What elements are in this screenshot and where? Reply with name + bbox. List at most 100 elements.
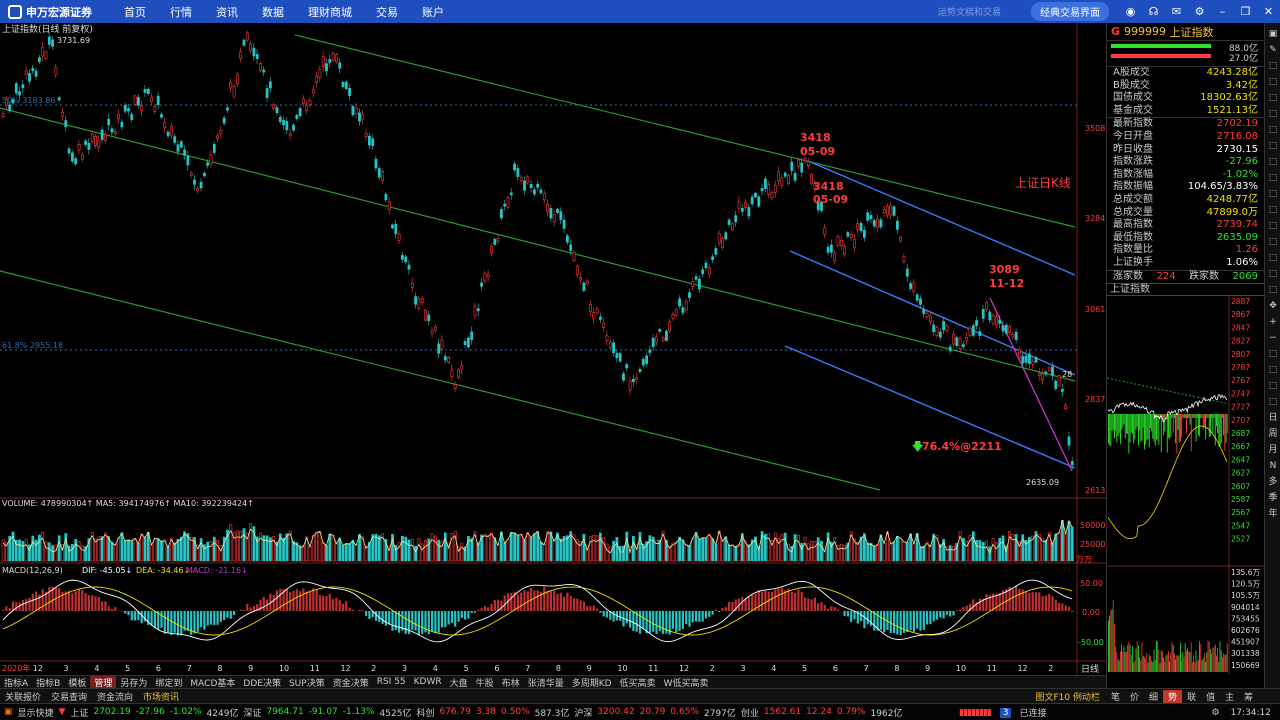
nav-item-home[interactable]: 首页: [112, 4, 158, 20]
f10-link[interactable]: 图文F10 例动栏: [1036, 690, 1101, 703]
blue-channel-middle[interactable]: [789, 250, 1076, 376]
candle-body: [18, 91, 22, 96]
side-tool-icon[interactable]: ⬚: [1265, 347, 1280, 361]
tab-item[interactable]: 筹: [1239, 690, 1258, 703]
connection-status[interactable]: 已连接: [1019, 706, 1046, 719]
channel-upper-line[interactable]: [294, 34, 1076, 228]
quick-show-icon[interactable]: ▣: [4, 707, 13, 717]
app-icon[interactable]: ◉: [1123, 4, 1138, 19]
zoom-in-icon[interactable]: +: [1265, 315, 1280, 329]
tab-item[interactable]: MACD基本: [186, 676, 239, 689]
period-quarter[interactable]: 季: [1265, 491, 1280, 505]
mail-icon[interactable]: ✉: [1169, 4, 1184, 19]
side-tool-icon[interactable]: ⬚: [1265, 251, 1280, 265]
side-tool-icon[interactable]: ⬚: [1265, 379, 1280, 393]
nav-item-account[interactable]: 账户: [410, 4, 456, 20]
side-tool-icon[interactable]: ⬚: [1265, 75, 1280, 89]
tab-item[interactable]: 管理: [90, 675, 117, 689]
nav-item-wealth[interactable]: 理财商城: [296, 4, 364, 20]
gear-icon[interactable]: ⚙: [1192, 4, 1207, 19]
side-tool-icon[interactable]: ⬚: [1265, 139, 1280, 153]
side-tool-icon[interactable]: ⬚: [1265, 219, 1280, 233]
tab-item[interactable]: 另存为: [116, 676, 151, 689]
tab-item[interactable]: KDWR: [410, 677, 446, 687]
gear-small-icon[interactable]: ⚙: [1212, 708, 1220, 718]
brand-logo[interactable]: 申万宏源证券: [0, 0, 112, 23]
side-tool-icon[interactable]: ⬚: [1265, 155, 1280, 169]
period-year[interactable]: 年: [1265, 507, 1280, 521]
tab-item[interactable]: 细: [1144, 690, 1163, 703]
macd-bar: [1044, 595, 1047, 611]
classic-trade-button[interactable]: 经典交易界面: [1031, 2, 1109, 21]
side-tool-icon[interactable]: ⬚: [1265, 91, 1280, 105]
tab-item[interactable]: 联: [1182, 690, 1201, 703]
nav-item-trade[interactable]: 交易: [364, 4, 410, 20]
side-tool-icon[interactable]: ⬚: [1265, 171, 1280, 185]
tab-item[interactable]: 价: [1125, 690, 1144, 703]
tab-item[interactable]: 笔: [1106, 690, 1125, 703]
headset-icon[interactable]: ☊: [1146, 4, 1161, 19]
candle-body: [602, 322, 606, 328]
tab-item[interactable]: 牛股: [472, 676, 498, 689]
minimize-icon[interactable]: –: [1215, 4, 1230, 19]
restore-icon[interactable]: ❐: [1238, 4, 1253, 19]
side-tool-icon[interactable]: ⬚: [1265, 363, 1280, 377]
tab-item[interactable]: 绑定到: [151, 676, 186, 689]
side-tool-icon[interactable]: ⬚: [1265, 283, 1280, 297]
tab-item[interactable]: DDE决策: [239, 676, 285, 689]
volume-bar: [328, 533, 332, 562]
tab-item[interactable]: 资金决策: [329, 676, 373, 689]
channel-lower-line[interactable]: [0, 270, 881, 491]
zoom-out-icon[interactable]: −: [1265, 331, 1280, 345]
tab-item[interactable]: 指标A: [0, 676, 32, 689]
side-tool-icon[interactable]: ▣: [1265, 27, 1280, 41]
side-tool-icon[interactable]: ⬚: [1265, 235, 1280, 249]
tab-item[interactable]: 模板: [64, 676, 90, 689]
period-day[interactable]: 日: [1265, 411, 1280, 425]
intraday-mini-chart[interactable]: 2887 2867 2847 2827 2807 2787 2767 2747 2727 2707…: [1106, 296, 1265, 675]
side-tool-icon[interactable]: ✎: [1265, 43, 1280, 57]
tab-item[interactable]: 资金流向: [92, 690, 138, 703]
kline-chart-svg[interactable]: 50% 3183.86 61.8% 2955.18 上证指数(日线 前复权) 3…: [0, 23, 1106, 675]
tab-item[interactable]: 交易查询: [46, 690, 92, 703]
tab-item[interactable]: 值: [1201, 690, 1220, 703]
tab-item[interactable]: 指标B: [32, 676, 64, 689]
side-tool-icon[interactable]: ⬚: [1265, 107, 1280, 121]
side-tool-icon[interactable]: ⬚: [1265, 59, 1280, 73]
mini-band-bar: [1211, 414, 1213, 419]
tab-item[interactable]: 多周期KD: [568, 676, 616, 689]
period-month[interactable]: 月: [1265, 443, 1280, 457]
side-tool-icon[interactable]: ⬚: [1265, 187, 1280, 201]
side-tool-icon[interactable]: ⬚: [1265, 123, 1280, 137]
macd-bar: [87, 595, 90, 611]
nav-item-news[interactable]: 资讯: [204, 4, 250, 20]
quick-show-label[interactable]: 显示快捷: [18, 706, 54, 719]
move-icon[interactable]: ✥: [1265, 299, 1280, 313]
tab-item[interactable]: SUP决策: [285, 676, 329, 689]
tab-item[interactable]: 大盘: [446, 676, 472, 689]
tab-item[interactable]: 张清华量: [524, 676, 568, 689]
side-tool-icon[interactable]: ⬚: [1265, 203, 1280, 217]
volume-bar: [424, 540, 427, 562]
kline-chart-area[interactable]: 50% 3183.86 61.8% 2955.18 上证指数(日线 前复权) 3…: [0, 23, 1106, 675]
period-label[interactable]: 日线: [1081, 663, 1099, 675]
nav-item-quotes[interactable]: 行情: [158, 4, 204, 20]
tab-item[interactable]: 低买高卖: [616, 676, 660, 689]
tab-item[interactable]: 主: [1220, 690, 1239, 703]
period-week[interactable]: 周: [1265, 427, 1280, 441]
tab-item[interactable]: 布林: [498, 676, 524, 689]
nav-item-data[interactable]: 数据: [250, 4, 296, 20]
volume-bar: [242, 528, 246, 562]
period-multi[interactable]: 多: [1265, 475, 1280, 489]
side-tool-icon[interactable]: ⬚: [1265, 267, 1280, 281]
tab-item[interactable]: RSI 55: [373, 677, 410, 687]
y-tick-label: 3061: [1085, 305, 1105, 314]
tab-item[interactable]: 势: [1163, 689, 1183, 703]
period-n[interactable]: N: [1265, 459, 1280, 473]
channel-middle-line[interactable]: [0, 107, 1076, 382]
side-tool-icon[interactable]: ⬚: [1265, 395, 1280, 409]
close-icon[interactable]: ✕: [1261, 4, 1276, 19]
tab-item[interactable]: W低买高卖: [660, 676, 713, 689]
tab-item[interactable]: 关联报价: [0, 690, 46, 703]
tab-item[interactable]: 市场资讯: [138, 690, 184, 703]
